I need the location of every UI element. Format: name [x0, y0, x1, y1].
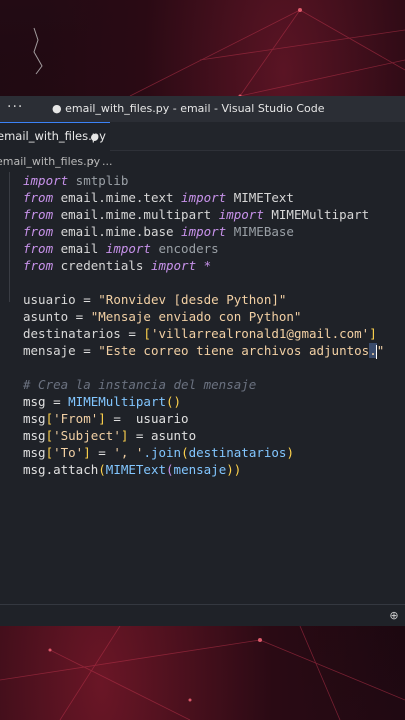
code-line-9: asunto = "Mensaje enviado con Python"	[23, 309, 302, 324]
code-line-16: msg['Subject'] = asunto	[23, 428, 197, 443]
code-line-1: import smtplib	[23, 173, 129, 188]
code-line-2: from email.mime.text import MIMEText	[23, 190, 294, 205]
code-line-13: # Crea la instancia del mensaje	[23, 377, 257, 392]
window-title: ● email_with_files.py - email - Visual S…	[52, 102, 325, 115]
code-line-15: msg['From'] = usuario	[23, 411, 189, 426]
code-line-10: destinatarios = ['villarrealronald1@gmai…	[23, 326, 377, 341]
menu-more-icon[interactable]: ···	[7, 99, 23, 115]
code-line-18: msg.attach(MIMEText(mensaje))	[23, 462, 242, 477]
chevron-right-icon: ›	[90, 154, 95, 167]
code-line-8: usuario = "Ronvidev [desde Python]"	[23, 292, 287, 307]
zoom-icon[interactable]: ⊕	[383, 607, 405, 625]
code-line-14: msg = MIMEMultipart()	[23, 394, 182, 409]
panel-divider	[0, 604, 405, 605]
code-editor[interactable]: import smtplib from email.mime.text impo…	[0, 172, 405, 604]
code-line-3: from email.mime.multipart import MIMEMul…	[23, 207, 370, 222]
indent-guide	[9, 172, 10, 302]
tab-bar: email_with_files.py	[0, 122, 405, 151]
code-line-6: from credentials import *	[23, 258, 212, 273]
code-line-5: from email import encoders	[23, 241, 219, 256]
vscode-window: ··· ● email_with_files.py - email - Visu…	[0, 96, 405, 626]
breadcrumb-symbols[interactable]: ...	[102, 155, 113, 168]
code-line-17: msg['To'] = ', '.join(destinatarios)	[23, 445, 294, 460]
code-line-4: from email.mime.base import MIMEBase	[23, 224, 294, 239]
breadcrumb-file[interactable]: email_with_files.py	[0, 155, 100, 168]
unsaved-dot-icon[interactable]	[91, 134, 98, 141]
code-line-11: mensaje = "Este correo tiene archivos ad…	[23, 343, 385, 359]
breadcrumb: email_with_files.py › ...	[0, 153, 405, 171]
tab-label: email_with_files.py	[0, 129, 106, 143]
title-bar: ··· ● email_with_files.py - email - Visu…	[0, 96, 405, 122]
tab-email-with-files[interactable]: email_with_files.py	[0, 122, 110, 151]
